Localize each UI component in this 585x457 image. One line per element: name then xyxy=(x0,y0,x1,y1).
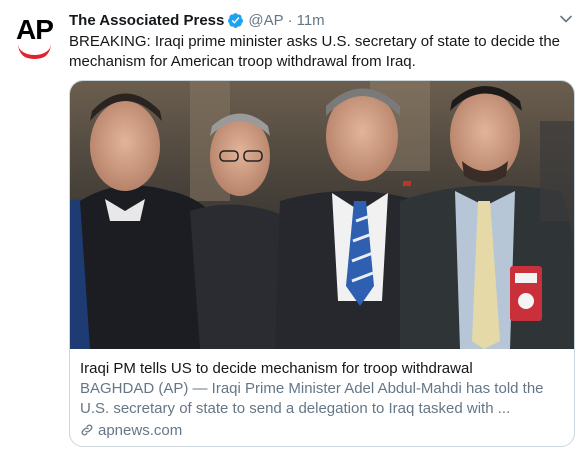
avatar[interactable]: AP xyxy=(10,10,59,59)
card-title[interactable]: Iraqi PM tells US to decide mechanism fo… xyxy=(80,359,473,379)
chevron-down-icon[interactable] xyxy=(559,12,573,26)
tweet-header: The Associated Press @AP · 11m xyxy=(69,10,325,30)
card-domain[interactable]: apnews.com xyxy=(80,421,182,439)
card-description: BAGHDAD (AP) — Iraqi Prime Minister Adel… xyxy=(80,380,544,417)
verified-badge-icon xyxy=(228,12,244,28)
tweet[interactable]: AP The Associated Press @AP · 11m BREAKI… xyxy=(0,0,585,457)
card-body[interactable]: Iraqi PM tells US to decide mechanism fo… xyxy=(70,349,574,446)
card-domain-text[interactable]: apnews.com xyxy=(98,422,182,439)
tweet-timestamp[interactable]: 11m xyxy=(297,12,325,29)
tweet-text: BREAKING: Iraqi prime minister asks U.S.… xyxy=(69,33,561,70)
avatar-logo-arc xyxy=(18,44,51,59)
author-handle[interactable]: @AP xyxy=(248,12,283,29)
avatar-logo-text: AP xyxy=(16,14,54,45)
link-icon xyxy=(81,424,93,436)
link-card[interactable]: Iraqi PM tells US to decide mechanism fo… xyxy=(69,80,575,447)
separator-dot: · xyxy=(287,11,293,29)
news-photo[interactable] xyxy=(70,81,575,349)
author-name[interactable]: The Associated Press xyxy=(69,12,224,29)
